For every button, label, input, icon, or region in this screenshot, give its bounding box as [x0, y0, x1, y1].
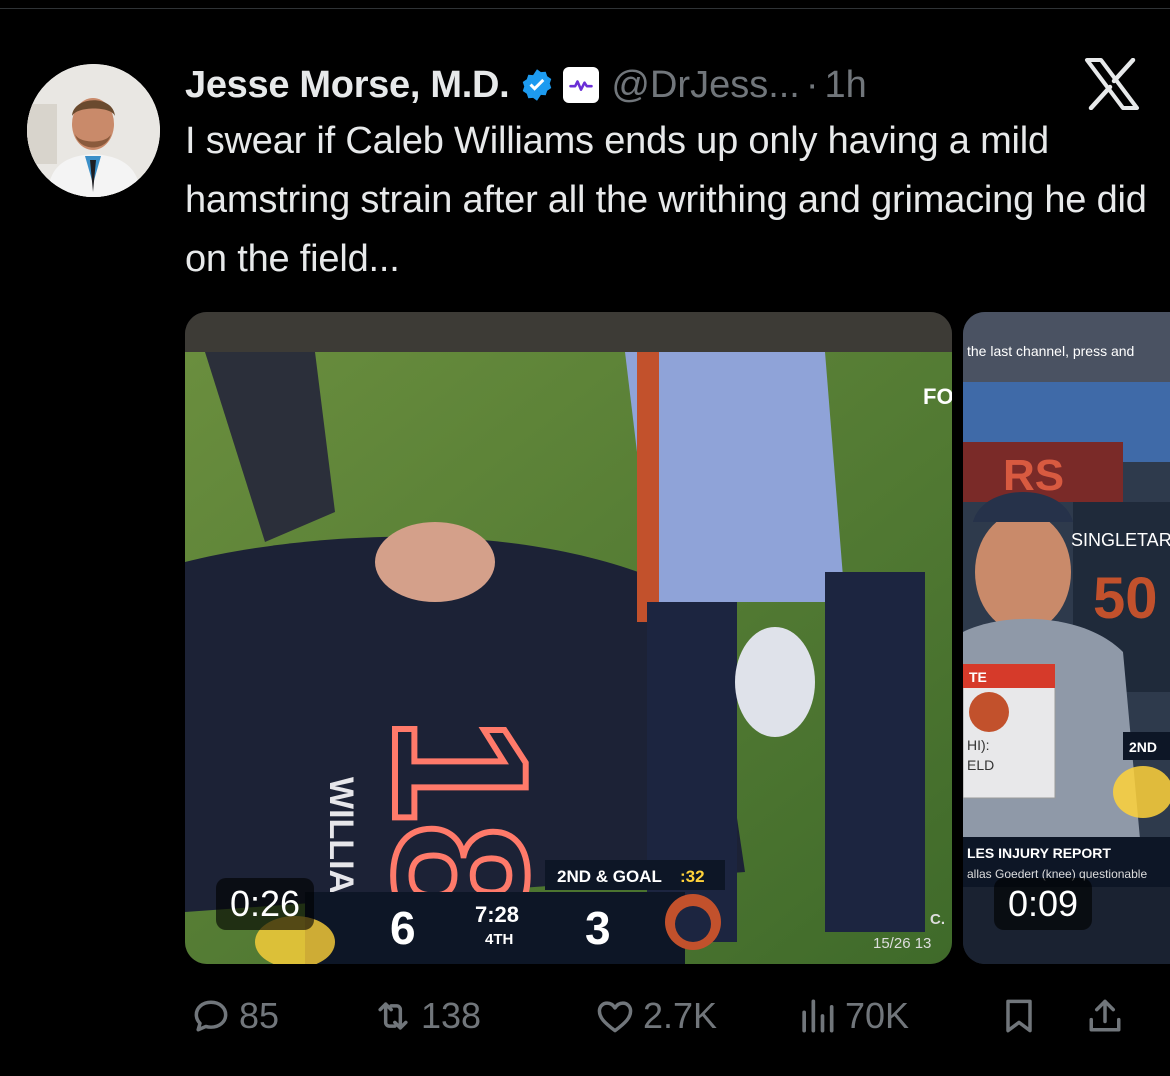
home-score: 3: [585, 902, 611, 954]
banner-partial: RS: [1003, 451, 1064, 500]
reply-count: 85: [239, 995, 280, 1036]
bookmark-button[interactable]: [997, 988, 1041, 1044]
views-button[interactable]: 70K: [795, 988, 909, 1044]
video-thumbnail-2[interactable]: the last channel, press and RS SINGLETAR…: [963, 312, 1170, 964]
badge-2nd: 2ND: [1129, 739, 1157, 755]
author-handle[interactable]: @DrJess...: [611, 64, 799, 107]
bookmark-icon: [1006, 999, 1032, 1033]
top-divider: [0, 8, 1170, 9]
affiliation-badge-icon[interactable]: [563, 67, 600, 103]
repost-count: 138: [421, 995, 482, 1036]
quarter: 4TH: [485, 931, 513, 948]
repost-button[interactable]: 138: [371, 988, 481, 1044]
author-avatar[interactable]: [27, 64, 160, 197]
panel-line1: HI):: [967, 737, 990, 753]
separator-dot: ·: [805, 63, 819, 106]
ticker-c: C.: [930, 911, 945, 928]
down-distance: 2ND & GOAL: [557, 867, 662, 886]
video-frame-2: the last channel, press and RS SINGLETAR…: [963, 312, 1170, 964]
video-frame-1: 18 WILLIAMS FO 2ND & GOAL :32 6 7:28 4TH…: [185, 312, 952, 964]
share-button[interactable]: [1083, 988, 1127, 1044]
video-thumbnail-1[interactable]: 18 WILLIAMS FO 2ND & GOAL :32 6 7:28 4TH…: [185, 312, 952, 964]
tweet-text: I swear if Caleb Williams ends up only h…: [185, 120, 1147, 280]
injury-title: LES INJURY REPORT: [967, 845, 1111, 861]
action-bar: 85 138 2.7K 70K: [185, 988, 1145, 1044]
post-time[interactable]: 1h: [825, 64, 867, 107]
author-name[interactable]: Jesse Morse, M.D.: [185, 64, 510, 107]
verified-badge-icon: [523, 69, 552, 101]
sideline-name: SINGLETARY: [1071, 530, 1170, 550]
share-icon: [1089, 999, 1121, 1032]
views-count: 70K: [845, 995, 910, 1036]
reply-icon: [194, 1000, 228, 1032]
play-clock: :32: [680, 867, 705, 886]
video-duration-2: 0:09: [994, 878, 1093, 930]
tweet-header: Jesse Morse, M.D. @DrJess... · 1h: [185, 60, 867, 110]
repost-icon: [378, 1002, 408, 1030]
caption-top: the last channel, press and: [967, 343, 1134, 359]
away-score: 6: [390, 902, 416, 954]
x-logo-icon[interactable]: [1083, 58, 1141, 110]
reply-button[interactable]: 85: [189, 988, 279, 1044]
game-clock: 7:28: [475, 902, 519, 927]
network-logo: FO: [923, 384, 952, 409]
like-button[interactable]: 2.7K: [593, 988, 717, 1044]
avatar-photo: [27, 64, 160, 197]
ticker-text: 15/26 13: [873, 935, 931, 952]
sideline-number: 50: [1093, 566, 1158, 631]
heart-icon: [597, 1001, 633, 1033]
panel-label: TE: [969, 669, 987, 685]
like-count: 2.7K: [643, 995, 718, 1036]
panel-line2: ELD: [967, 757, 994, 773]
views-bar-chart-icon: [802, 999, 834, 1033]
video-duration-1: 0:26: [216, 878, 315, 930]
